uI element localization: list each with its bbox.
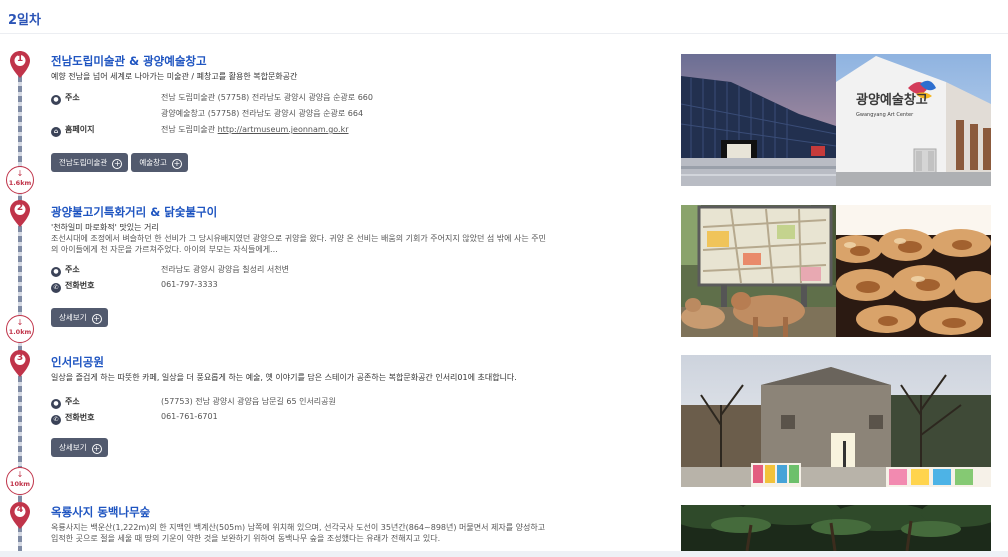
address-value: 전남 도립미술관 (57758) 전라남도 광양시 광양읍 순광로 660 — [161, 93, 373, 102]
place-description: 조선시대에 조정에서 벼슬하던 한 선비가 그 당시유배지였던 광양으로 귀양을… — [51, 234, 546, 254]
place-title[interactable]: 전남도립미술관 & 광양예술창고 — [51, 53, 651, 69]
grilled-meat-photo — [836, 205, 991, 337]
place-subtitle: 일상을 즐겁게 하는 따뜻한 카페, 일상을 더 풍요롭게 하는 예술, 옛 이… — [51, 373, 517, 382]
homepage-row: ⌂ 홈페이지 전남 도립미술관 http://artmuseum.jeonnam.… — [51, 124, 651, 140]
phone-icon: ✆ — [51, 415, 61, 425]
place-title[interactable]: 옥룡사지 동백나무숲 — [51, 504, 651, 520]
arrow-down-icon: ↓ — [16, 470, 24, 479]
inseori-park-photo — [681, 355, 991, 487]
svg-text:Gwangyang Art Center: Gwangyang Art Center — [856, 112, 914, 118]
map-pin-icon: ● — [51, 95, 61, 105]
place-subtitle: '천하일미 마로화적' 맛있는 거리 — [51, 223, 159, 232]
plus-circle-icon: + — [171, 159, 182, 169]
map-marker-icon: 4 — [10, 502, 30, 529]
plus-circle-icon: + — [91, 444, 102, 454]
marker-number: 3 — [16, 353, 24, 363]
phone-row: ✆ 전화번호 061-797-3333 — [51, 280, 651, 296]
camellia-forest-photo — [681, 505, 991, 551]
map-pin-icon: ● — [51, 267, 61, 277]
place-buttons: 전남도립미술관 + 예술창고 + — [51, 150, 191, 172]
map-marker-icon: 3 — [10, 350, 30, 377]
address-label: ● 주소 — [51, 396, 80, 409]
homepage-link[interactable]: http://artmuseum.jeonnam.go.kr — [218, 125, 349, 134]
address-label: ● 주소 — [51, 264, 80, 277]
homepage-value: 전남 도립미술관 http://artmuseum.jeonnam.go.kr — [161, 125, 349, 134]
phone-value: 061-797-3333 — [161, 280, 218, 289]
place-subtitle: 예향 전남을 넘어 세계로 나아가는 미술관 / 폐창고를 활용한 복합문화공간 — [51, 72, 298, 81]
address-value: (57753) 전남 광양시 광양읍 남문길 65 인서리공원 — [161, 397, 336, 406]
place-buttons: 상세보기 + — [51, 305, 111, 327]
phone-label: ✆ 전화번호 — [51, 280, 94, 293]
address-value: 광양예술창고 (57758) 전라남도 광양시 광양읍 순광로 664 — [161, 109, 364, 118]
map-marker-icon: 2 — [10, 200, 30, 227]
place-description: 옥룡사지는 백운산(1,222m)의 한 지맥인 백계산(505m) 남쪽에 위… — [51, 523, 546, 543]
homepage-label: ⌂ 홈페이지 — [51, 124, 94, 137]
phone-value: 061-761-6701 — [161, 412, 218, 421]
place-item: 전남도립미술관 & 광양예술창고 예향 전남을 넘어 세계로 나아가는 미술관 … — [51, 53, 651, 140]
home-icon: ⌂ — [51, 127, 61, 137]
place-title[interactable]: 인서리공원 — [51, 354, 651, 370]
marker-number: 2 — [16, 203, 24, 213]
svg-text:광양예술창고: 광양예술창고 — [856, 92, 928, 108]
distance-marker: ↓ 1.0km — [6, 315, 34, 343]
distance-text: 1.6km — [8, 179, 32, 187]
museum-photo — [681, 54, 836, 186]
phone-icon: ✆ — [51, 283, 61, 293]
marker-number: 1 — [16, 54, 24, 64]
detail-button[interactable]: 상세보기 + — [51, 438, 108, 457]
distance-text: 1.0km — [8, 328, 32, 336]
arrow-down-icon: ↓ — [16, 169, 24, 178]
address-value: 전라남도 광양시 광양읍 칠성리 서천변 — [161, 265, 289, 274]
phone-label: ✆ 전화번호 — [51, 412, 94, 425]
day-title: 2일차 — [8, 13, 41, 28]
address-row: ● 주소 전남 도립미술관 (57758) 전라남도 광양시 광양읍 순광로 66… — [51, 92, 651, 108]
place-buttons: 상세보기 + — [51, 435, 111, 457]
place-item: 광양불고기특화거리 & 닭숯불구이 '천하일미 마로화적' 맛있는 거리 조선시… — [51, 204, 651, 296]
place-item: 인서리공원 일상을 즐겁게 하는 따뜻한 카페, 일상을 더 풍요롭게 하는 예… — [51, 354, 651, 428]
museum-button[interactable]: 전남도립미술관 + — [51, 153, 129, 172]
address-row: ● 주소 전라남도 광양시 광양읍 칠성리 서천변 — [51, 264, 651, 280]
place-item: 옥룡사지 동백나무숲 옥룡사지는 백운산(1,222m)의 한 지맥인 백계산(… — [51, 504, 651, 544]
phone-row: ✆ 전화번호 061-761-6701 — [51, 412, 651, 428]
distance-text: 10km — [9, 480, 31, 488]
address-row: ● 주소 (57753) 전남 광양시 광양읍 남문길 65 인서리공원 — [51, 396, 651, 412]
street-map-photo — [681, 205, 836, 337]
map-pin-icon: ● — [51, 399, 61, 409]
marker-number: 4 — [16, 505, 24, 515]
distance-marker: ↓ 10km — [6, 467, 34, 495]
art-warehouse-photo: 광양예술창고 Gwangyang Art Center — [836, 54, 991, 186]
place-title[interactable]: 광양불고기특화거리 & 닭숯불구이 — [51, 204, 651, 220]
map-marker-icon: 1 — [10, 51, 30, 78]
bottom-bar — [0, 551, 1008, 557]
day-header: 2일차 — [0, 0, 1008, 34]
detail-button[interactable]: 상세보기 + — [51, 308, 108, 327]
art-warehouse-button[interactable]: 예술창고 + — [131, 153, 188, 172]
plus-circle-icon: + — [91, 314, 102, 324]
plus-circle-icon: + — [112, 159, 123, 169]
address-row-2: 광양예술창고 (57758) 전라남도 광양시 광양읍 순광로 664 — [51, 108, 651, 124]
arrow-down-icon: ↓ — [16, 318, 24, 327]
address-label: ● 주소 — [51, 92, 80, 105]
distance-marker: ↓ 1.6km — [6, 166, 34, 194]
